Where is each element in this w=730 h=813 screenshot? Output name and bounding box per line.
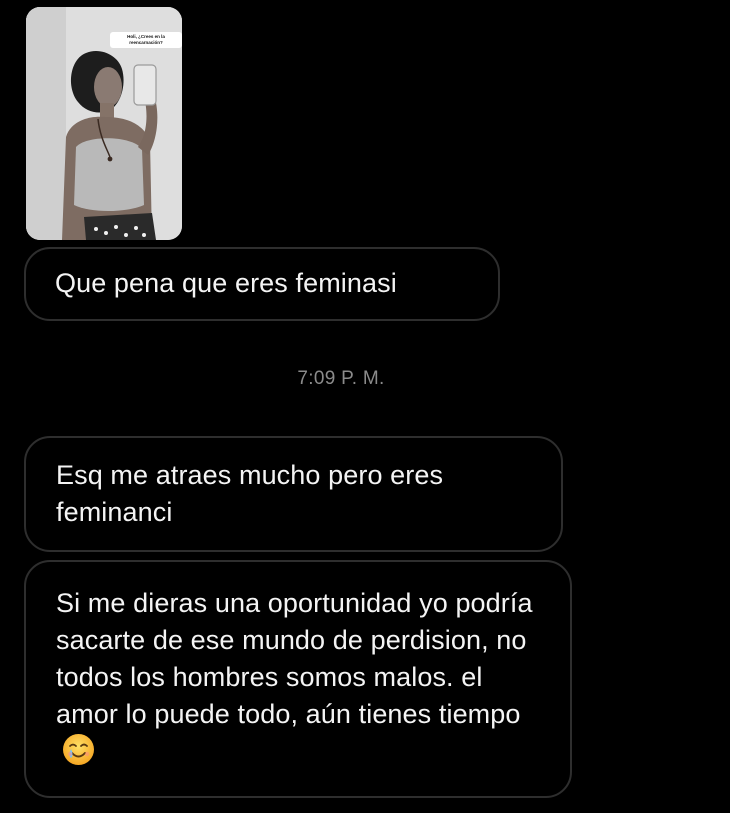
message-text: Que pena que eres feminasi	[55, 268, 397, 298]
message-text: Esq me atraes mucho pero eres feminanci	[56, 460, 444, 527]
message-text: Si me dieras una oportunidad yo podría s…	[56, 588, 533, 729]
message-bubble[interactable]: Si me dieras una oportunidad yo podría s…	[24, 560, 572, 798]
smiling-face-with-tear-icon	[62, 733, 95, 766]
message-bubble[interactable]: Que pena que eres feminasi	[24, 247, 500, 321]
story-reply-thumbnail[interactable]: Holi, ¿Crees en la reencarnación?	[26, 7, 182, 240]
message-timestamp: 7:09 P. M.	[297, 368, 385, 389]
message-bubble[interactable]: Esq me atraes mucho pero eres feminanci	[24, 436, 563, 552]
story-caption: Holi, ¿Crees en la reencarnación?	[110, 32, 182, 48]
